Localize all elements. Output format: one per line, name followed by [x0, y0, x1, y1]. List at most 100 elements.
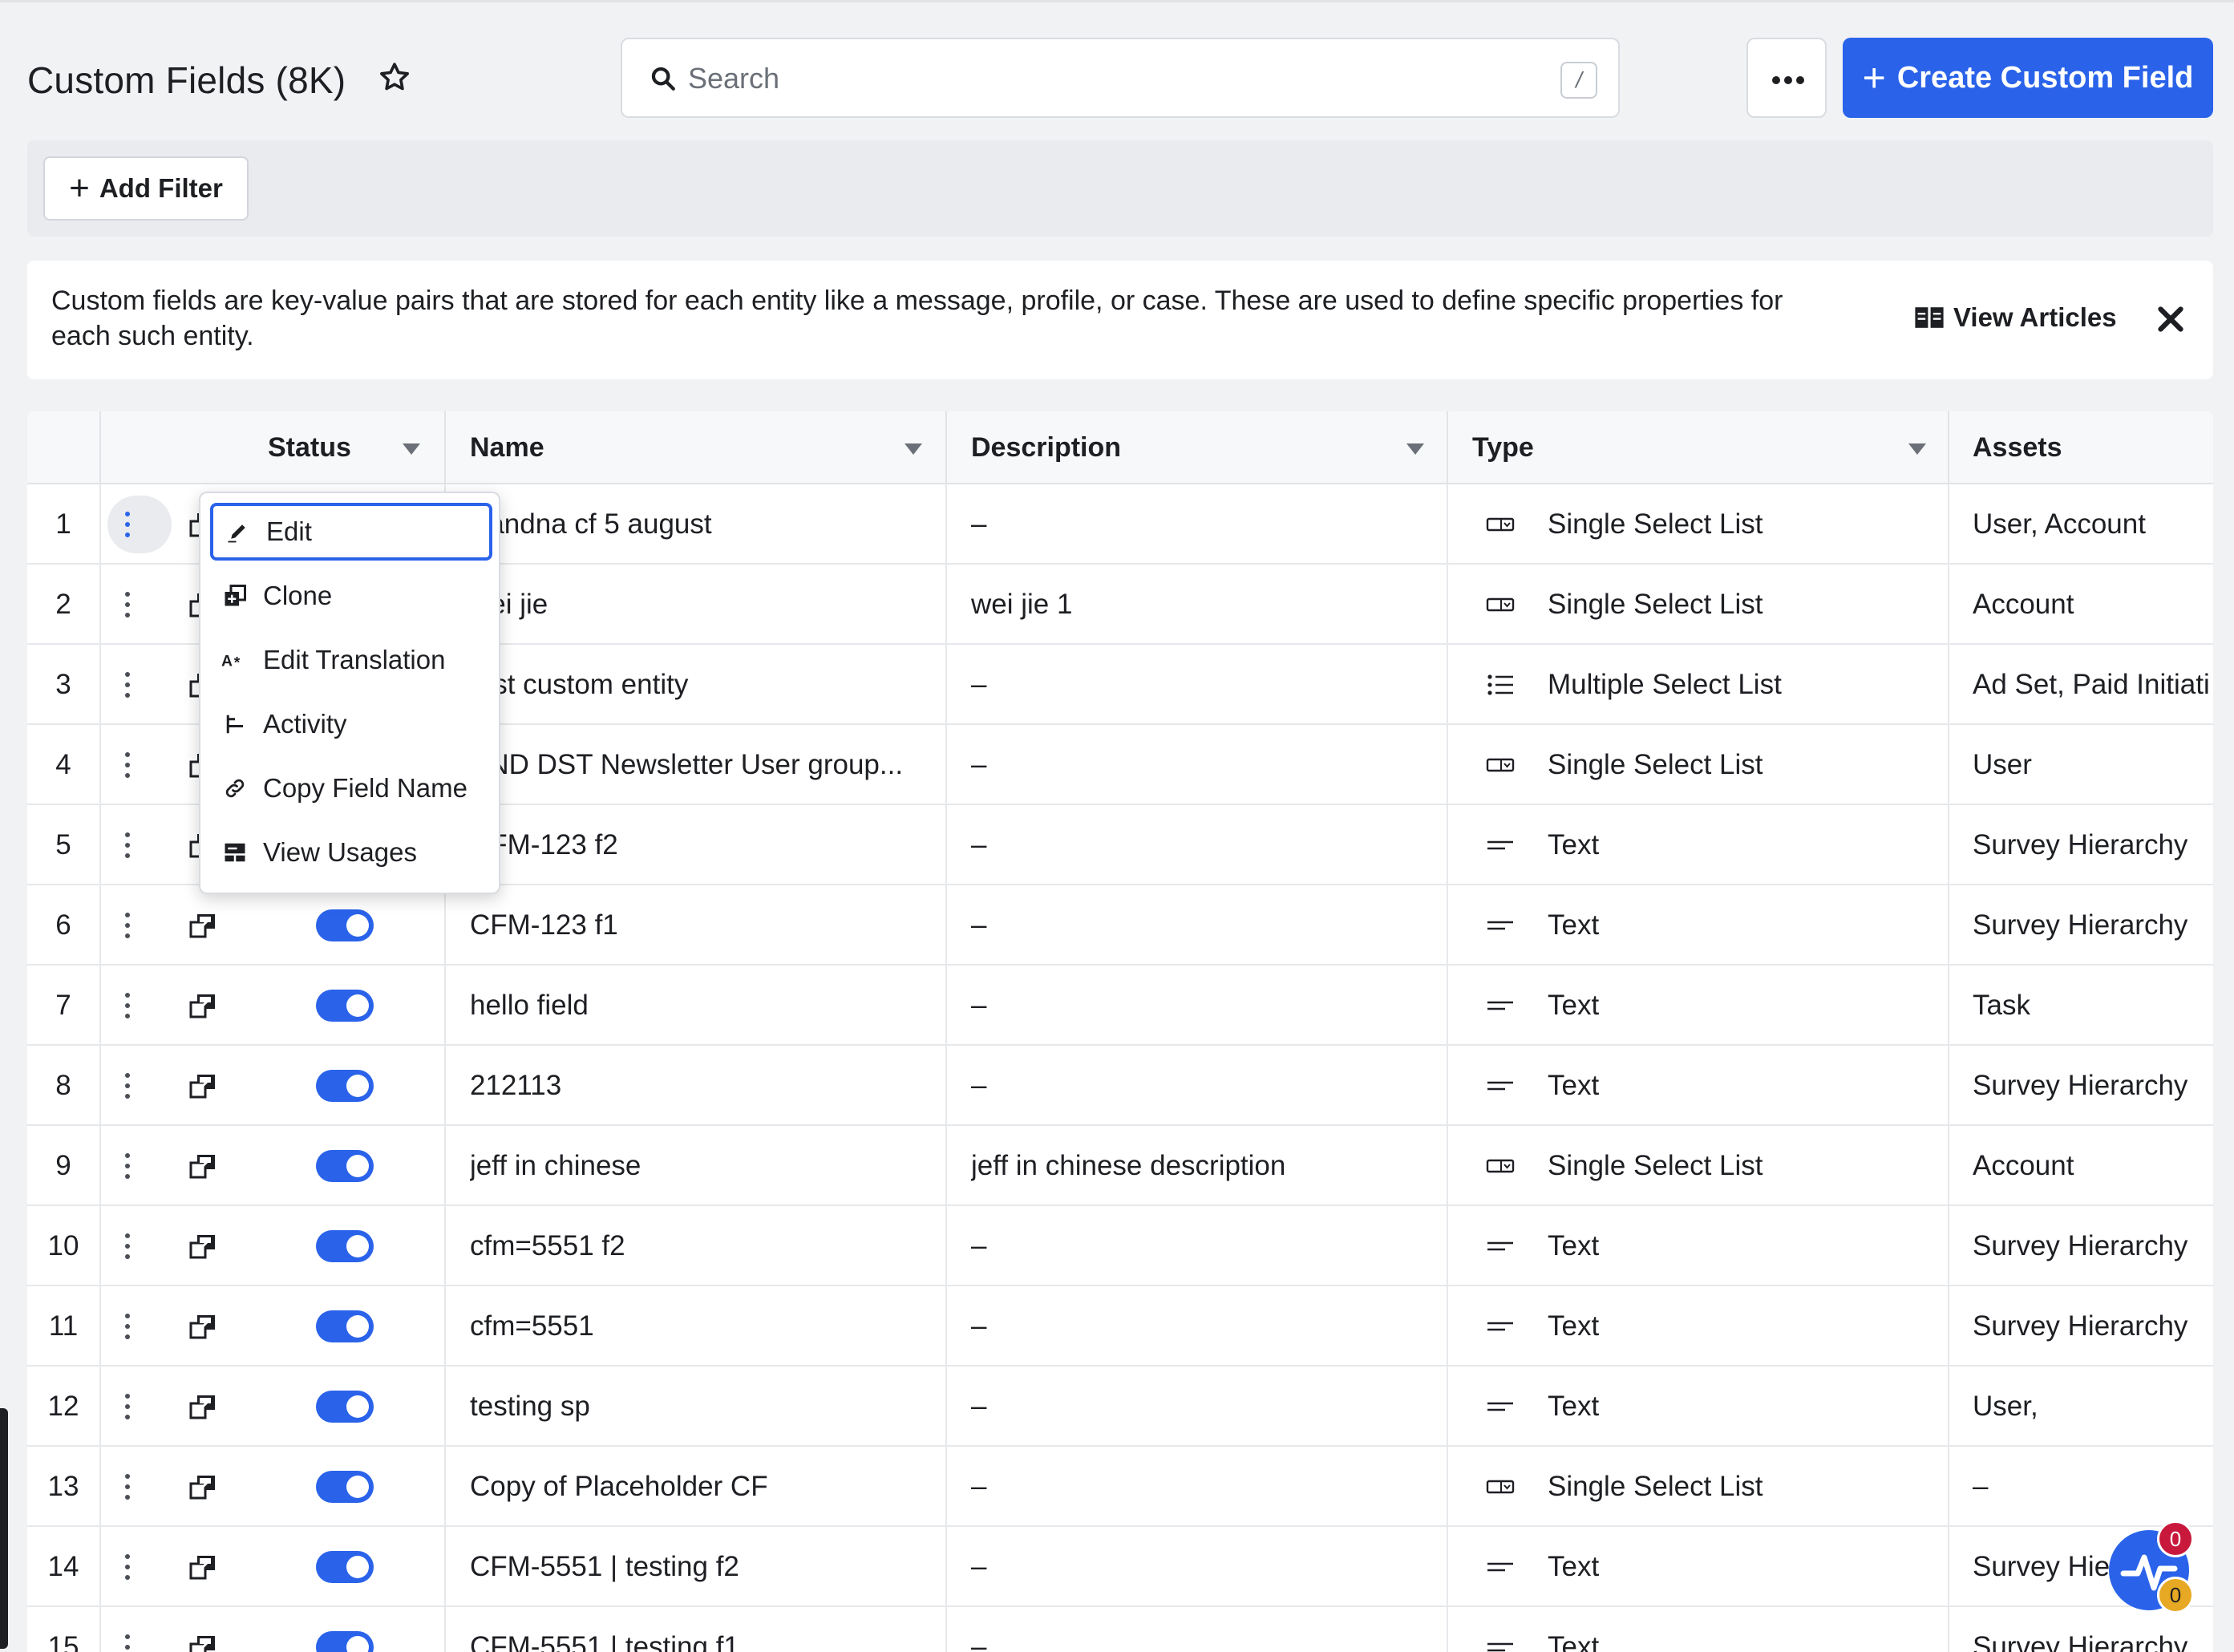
- table-row[interactable]: 8 212113 – Text Survey Hierarchy: [27, 1046, 2213, 1126]
- table-row[interactable]: 6 CFM-123 f1 – Text Survey Hierarchy: [27, 885, 2213, 966]
- field-name[interactable]: CFM-5551 | testing f1: [470, 1607, 935, 1652]
- sort-caret-icon[interactable]: [1908, 443, 1926, 455]
- table-row[interactable]: 11 cfm=5551 – Text Survey Hierarchy: [27, 1286, 2213, 1367]
- row-menu-icon[interactable]: [119, 670, 136, 699]
- table-row[interactable]: 15 CFM-5551 | testing f1 – Text Survey Hiera…: [27, 1607, 2213, 1652]
- field-name[interactable]: jeff in chinese: [470, 1126, 935, 1206]
- entity-icon: [189, 913, 217, 938]
- text-icon: [1485, 832, 1516, 858]
- field-description: –: [971, 749, 987, 780]
- row-menu-icon[interactable]: [119, 1152, 136, 1180]
- field-name[interactable]: wei jie: [470, 565, 935, 645]
- row-menu-icon[interactable]: [119, 1633, 136, 1652]
- row-menu-icon[interactable]: [119, 1472, 136, 1501]
- field-name[interactable]: 212113: [470, 1046, 935, 1126]
- sort-caret-icon[interactable]: [905, 443, 922, 455]
- menu-item-clone[interactable]: Clone: [210, 567, 492, 625]
- close-icon[interactable]: [2151, 299, 2191, 339]
- page-header: Custom Fields (8K) / + Create Custom Fie…: [0, 0, 2234, 140]
- menu-item-activity[interactable]: Activity: [210, 695, 492, 753]
- star-icon[interactable]: [377, 60, 412, 95]
- status-toggle[interactable]: [316, 1391, 374, 1423]
- status-toggle[interactable]: [316, 909, 374, 941]
- menu-item-copy-field-name[interactable]: Copy Field Name: [210, 759, 492, 817]
- row-menu-icon[interactable]: [119, 991, 136, 1020]
- row-menu-icon[interactable]: [119, 590, 136, 619]
- svg-text:A: A: [221, 652, 233, 670]
- column-header-assets[interactable]: Assets: [1973, 411, 2062, 484]
- field-type: Text: [1548, 1070, 1600, 1101]
- field-name[interactable]: AND DST Newsletter User group...: [470, 725, 935, 805]
- field-type: Single Select List: [1548, 589, 1763, 620]
- field-name[interactable]: CFM-123 f2: [470, 805, 935, 885]
- column-header-name[interactable]: Name: [470, 411, 544, 484]
- pencil-icon: [225, 518, 252, 545]
- menu-item-label: Copy Field Name: [263, 773, 467, 803]
- status-toggle[interactable]: [316, 990, 374, 1022]
- status-toggle[interactable]: [316, 1631, 374, 1652]
- status-toggle[interactable]: [316, 1230, 374, 1262]
- sort-caret-icon[interactable]: [1406, 443, 1424, 455]
- field-name[interactable]: cfm=5551 f2: [470, 1206, 935, 1286]
- row-number: 3: [55, 669, 71, 700]
- row-menu-icon[interactable]: [119, 1232, 136, 1261]
- status-toggle[interactable]: [316, 1310, 374, 1342]
- field-description: –: [971, 1310, 987, 1342]
- table-row[interactable]: 14 CFM-5551 | testing f2– Text Survey Hie: [27, 1527, 2213, 1607]
- field-type: Text: [1548, 1230, 1600, 1261]
- book-icon: [1915, 307, 1944, 328]
- field-description: –: [971, 669, 987, 700]
- row-menu-icon[interactable]: [119, 911, 136, 940]
- field-assets: Survey Hierarchy: [1973, 829, 2188, 860]
- field-name[interactable]: Sandna cf 5 august: [470, 484, 935, 565]
- create-custom-field-button[interactable]: + Create Custom Field: [1843, 38, 2213, 118]
- row-menu-icon[interactable]: [119, 831, 136, 860]
- table-row[interactable]: 13 Copy of Placeholder CF – Single Select L…: [27, 1447, 2213, 1527]
- field-name[interactable]: test custom entity: [470, 645, 935, 725]
- status-toggle[interactable]: [316, 1070, 374, 1102]
- row-menu-icon[interactable]: [119, 510, 136, 539]
- table-row[interactable]: 7 hello field – Text Task: [27, 966, 2213, 1046]
- sort-caret-icon[interactable]: [403, 443, 420, 455]
- field-name[interactable]: cfm=5551: [470, 1286, 935, 1367]
- side-panel-handle[interactable]: [0, 1408, 8, 1649]
- add-filter-button[interactable]: + Add Filter: [43, 156, 249, 221]
- row-menu-icon[interactable]: [119, 1071, 136, 1100]
- clone-icon: [221, 582, 249, 609]
- field-name[interactable]: Copy of Placeholder CF: [470, 1447, 935, 1527]
- row-menu-icon[interactable]: [119, 1312, 136, 1341]
- column-header-description[interactable]: Description: [971, 411, 1121, 484]
- search-box[interactable]: /: [621, 38, 1620, 118]
- field-name[interactable]: hello field: [470, 966, 935, 1046]
- row-menu-icon[interactable]: [119, 1392, 136, 1421]
- entity-icon: [189, 1153, 217, 1179]
- field-type: Text: [1548, 829, 1600, 860]
- row-number: 8: [55, 1070, 71, 1101]
- menu-item-edit-translation[interactable]: A * Edit Translation: [210, 631, 492, 689]
- text-icon: [1485, 993, 1516, 1018]
- status-toggle[interactable]: [316, 1150, 374, 1182]
- table-row[interactable]: 12 testing sp – Text User,: [27, 1367, 2213, 1447]
- menu-item-view-usages[interactable]: View Usages: [210, 824, 492, 881]
- view-articles-link[interactable]: View Articles: [1913, 302, 2117, 333]
- menu-item-edit[interactable]: Edit: [210, 503, 492, 561]
- column-header-status[interactable]: Status: [268, 411, 351, 484]
- field-type: Single Select List: [1548, 1471, 1763, 1502]
- field-assets: User, Account: [1973, 508, 2146, 540]
- status-toggle[interactable]: [316, 1551, 374, 1583]
- search-shortcut-hint: /: [1560, 62, 1597, 99]
- row-menu-icon[interactable]: [119, 1553, 136, 1581]
- page-title: Custom Fields (8K): [27, 59, 346, 101]
- status-toggle[interactable]: [316, 1471, 374, 1503]
- column-header-type[interactable]: Type: [1472, 411, 1534, 484]
- text-icon: [1485, 1554, 1516, 1580]
- field-name[interactable]: testing sp: [470, 1367, 935, 1447]
- table-row[interactable]: 10 cfm=5551 f2 – Text Survey Hierarchy: [27, 1206, 2213, 1286]
- more-options-button[interactable]: [1746, 38, 1827, 118]
- table-row[interactable]: 9 jeff in chinese jeff in chinese descript…: [27, 1126, 2213, 1206]
- search-input[interactable]: [688, 57, 1490, 100]
- text-icon: [1485, 1314, 1516, 1339]
- field-name[interactable]: CFM-5551 | testing f2: [470, 1527, 935, 1607]
- row-menu-icon[interactable]: [119, 751, 136, 779]
- field-name[interactable]: CFM-123 f1: [470, 885, 935, 966]
